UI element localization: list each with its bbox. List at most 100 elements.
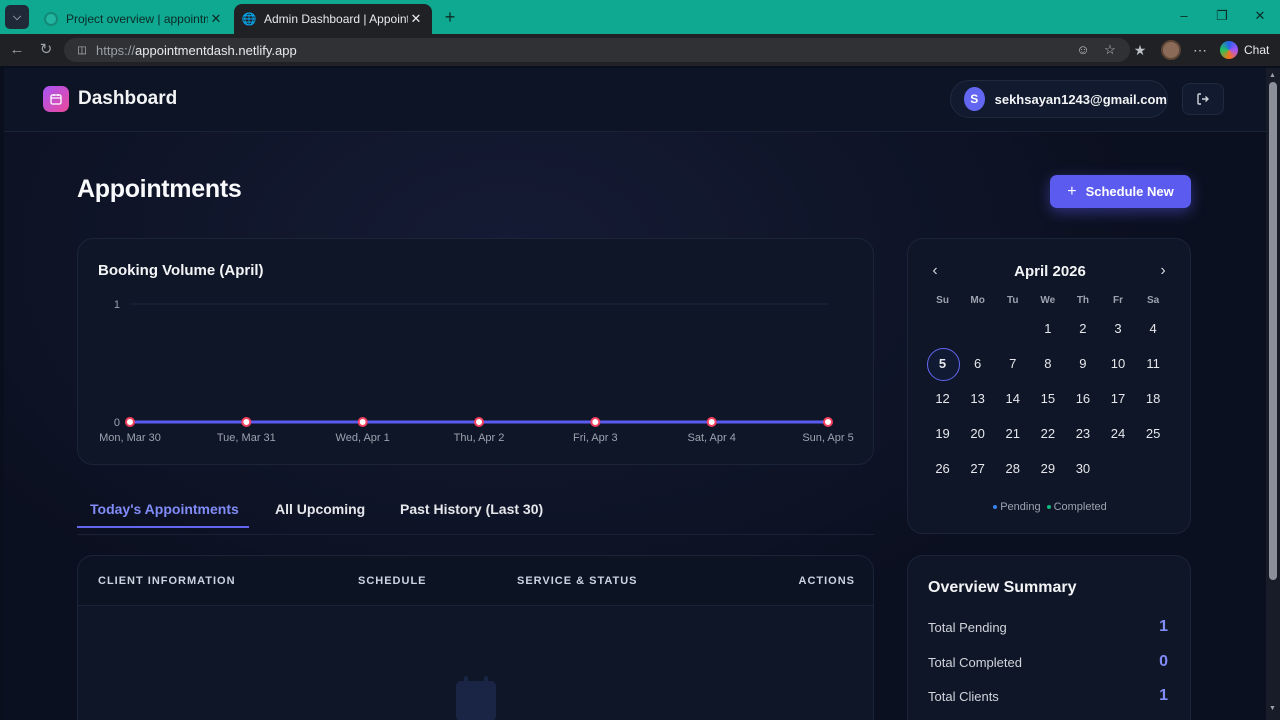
calendar-day[interactable]: 6 — [960, 346, 995, 381]
weekday-label: Su — [936, 295, 949, 306]
browser-profile-avatar[interactable] — [1161, 40, 1181, 60]
calendar-day[interactable]: 2 — [1065, 311, 1100, 346]
site-info-icon[interactable]: ◫ — [74, 45, 90, 56]
next-month-chevron-icon[interactable]: › — [1155, 262, 1171, 280]
calendar-day[interactable]: 26 — [925, 451, 960, 486]
calendar-empty-cell — [1136, 451, 1171, 486]
tab-all-upcoming[interactable]: All Upcoming — [275, 501, 365, 517]
calendar-week: 1234 — [925, 311, 1171, 346]
calendar-day[interactable]: 15 — [1030, 381, 1065, 416]
calendar-day[interactable]: 17 — [1100, 381, 1135, 416]
data-point — [590, 417, 601, 427]
plus-icon: + — [1067, 182, 1077, 200]
logout-button[interactable] — [1182, 83, 1224, 115]
calendar-day[interactable]: 24 — [1100, 416, 1135, 451]
more-menu-icon[interactable]: ⋯ — [1191, 41, 1209, 59]
weekday-label: Tu — [1006, 295, 1019, 306]
scroll-up-icon[interactable]: ▲ — [1269, 72, 1276, 79]
legend-dot — [993, 505, 998, 510]
close-tab-icon[interactable]: ✕ — [408, 11, 424, 27]
copilot-chat-button[interactable]: Chat — [1220, 38, 1269, 62]
summary-title: Overview Summary — [928, 579, 1077, 596]
summary-label: Total Completed — [928, 655, 1022, 670]
calendar-grid: Su Mo Tu We Th Fr Sa 1 2 3 4 5 6 7 8 9 10 11 12 13 14 15 16 17 1… — [925, 295, 1171, 486]
scroll-down-icon[interactable]: ▼ — [1269, 705, 1276, 712]
url-scheme: https:// — [96, 42, 136, 58]
calendar-empty-cell — [960, 311, 995, 346]
calendar-day[interactable]: 23 — [1065, 416, 1100, 451]
column-actions: ACTIONS — [798, 575, 855, 587]
calendar-day[interactable]: 3 — [1100, 311, 1135, 346]
calendar-day[interactable]: 29 — [1030, 451, 1065, 486]
x-tick-label: Mon, Mar 30 — [99, 432, 161, 444]
legend-item: Completed — [1046, 501, 1107, 513]
address-bar[interactable]: ◫ https://appointmentdash.netlify.app ☺ … — [64, 38, 1130, 62]
calendar-day[interactable]: 19 — [925, 416, 960, 451]
calendar-week: 5 6 7 8 9 10 11 — [925, 346, 1171, 381]
close-tab-icon[interactable]: ✕ — [208, 11, 224, 27]
restore-icon[interactable]: ❐ — [1213, 8, 1231, 24]
app-root: Dashboard S sekhsayan1243@gmail.com Appo… — [4, 68, 1266, 720]
calendar-day-today[interactable]: 5 — [925, 346, 961, 381]
new-tab-plus-icon[interactable]: + — [440, 6, 460, 28]
calendar-day[interactable]: 27 — [960, 451, 995, 486]
summary-value: 0 — [1159, 653, 1168, 670]
legend-label: Completed — [1053, 501, 1107, 513]
tab-title: Admin Dashboard | Appointments — [264, 12, 408, 26]
page-scrollbar[interactable]: ▲ ▼ — [1266, 68, 1280, 720]
calendar-day[interactable]: 20 — [960, 416, 995, 451]
tab-past-history[interactable]: Past History (Last 30) — [400, 501, 543, 517]
calendar-day[interactable]: 18 — [1136, 381, 1171, 416]
calendar-day[interactable]: 8 — [1030, 346, 1065, 381]
reload-icon[interactable]: ↻ — [36, 40, 56, 60]
browser-tab-project-overview[interactable]: Project overview | appointmentdas ✕ — [36, 4, 232, 34]
reading-mode-icon[interactable]: ☺ — [1074, 41, 1092, 59]
calendar-day[interactable]: 7 — [995, 346, 1030, 381]
data-point — [706, 417, 717, 427]
calendar-day[interactable]: 22 — [1030, 416, 1065, 451]
y-tick-label: 0 — [114, 417, 120, 429]
calendar-day[interactable]: 10 — [1100, 346, 1135, 381]
overview-summary-card: Overview Summary Total Pending 1 Total C… — [907, 555, 1191, 720]
x-tick-label: Sat, Apr 4 — [688, 432, 736, 444]
appointments-table: CLIENT INFORMATION SCHEDULE SERVICE & ST… — [77, 555, 874, 720]
table-header: CLIENT INFORMATION SCHEDULE SERVICE & ST… — [78, 556, 873, 606]
site-favicon-icon — [44, 12, 58, 26]
tab-actions-chevron-icon[interactable]: ⌵ — [5, 5, 29, 29]
schedule-new-button[interactable]: + Schedule New — [1050, 175, 1191, 208]
tab-title: Project overview | appointmentdas — [66, 12, 208, 26]
back-arrow-icon[interactable]: ← — [7, 40, 27, 60]
user-profile-chip[interactable]: S sekhsayan1243@gmail.com — [950, 80, 1168, 118]
weekday-label: Sa — [1146, 295, 1160, 306]
schedule-new-label: Schedule New — [1085, 184, 1174, 199]
minimize-icon[interactable]: – — [1175, 8, 1193, 23]
scrollbar-thumb[interactable] — [1269, 82, 1277, 580]
x-tick-label: Sun, Apr 5 — [802, 432, 853, 444]
calendar-day[interactable]: 13 — [960, 381, 995, 416]
x-tick-label: Fri, Apr 3 — [573, 432, 618, 444]
weekday-label: Fr — [1113, 295, 1124, 306]
calendar-day[interactable]: 14 — [995, 381, 1030, 416]
x-tick-label: Thu, Apr 2 — [454, 432, 505, 444]
calendar-day[interactable]: 11 — [1136, 346, 1171, 381]
appointment-tabs: Today's Appointments All Upcoming Past H… — [77, 491, 874, 535]
x-tick-label: Tue, Mar 31 — [217, 432, 276, 444]
calendar-day[interactable]: 1 — [1030, 311, 1065, 346]
calendar-day[interactable]: 4 — [1136, 311, 1171, 346]
calendar-day[interactable]: 28 — [995, 451, 1030, 486]
calendar-day[interactable]: 30 — [1065, 451, 1100, 486]
calendar-day[interactable]: 16 — [1065, 381, 1100, 416]
close-window-icon[interactable]: ✕ — [1251, 8, 1269, 24]
tab-todays-appointments[interactable]: Today's Appointments — [90, 501, 239, 517]
favorite-star-icon[interactable]: ☆ — [1101, 41, 1119, 59]
calendar-day[interactable]: 9 — [1065, 346, 1100, 381]
favorites-collection-icon[interactable]: ★ — [1131, 41, 1149, 59]
calendar-icon — [43, 86, 69, 112]
browser-tab-admin-dashboard[interactable]: 🌐 Admin Dashboard | Appointments ✕ — [234, 4, 432, 34]
calendar-day[interactable]: 21 — [995, 416, 1030, 451]
calendar-week: 12 13 14 15 16 17 18 — [925, 381, 1171, 416]
calendar-day[interactable]: 25 — [1136, 416, 1171, 451]
legend-dot — [1046, 505, 1051, 510]
calendar-day[interactable]: 12 — [925, 381, 960, 416]
copilot-logo-icon — [1220, 41, 1238, 59]
